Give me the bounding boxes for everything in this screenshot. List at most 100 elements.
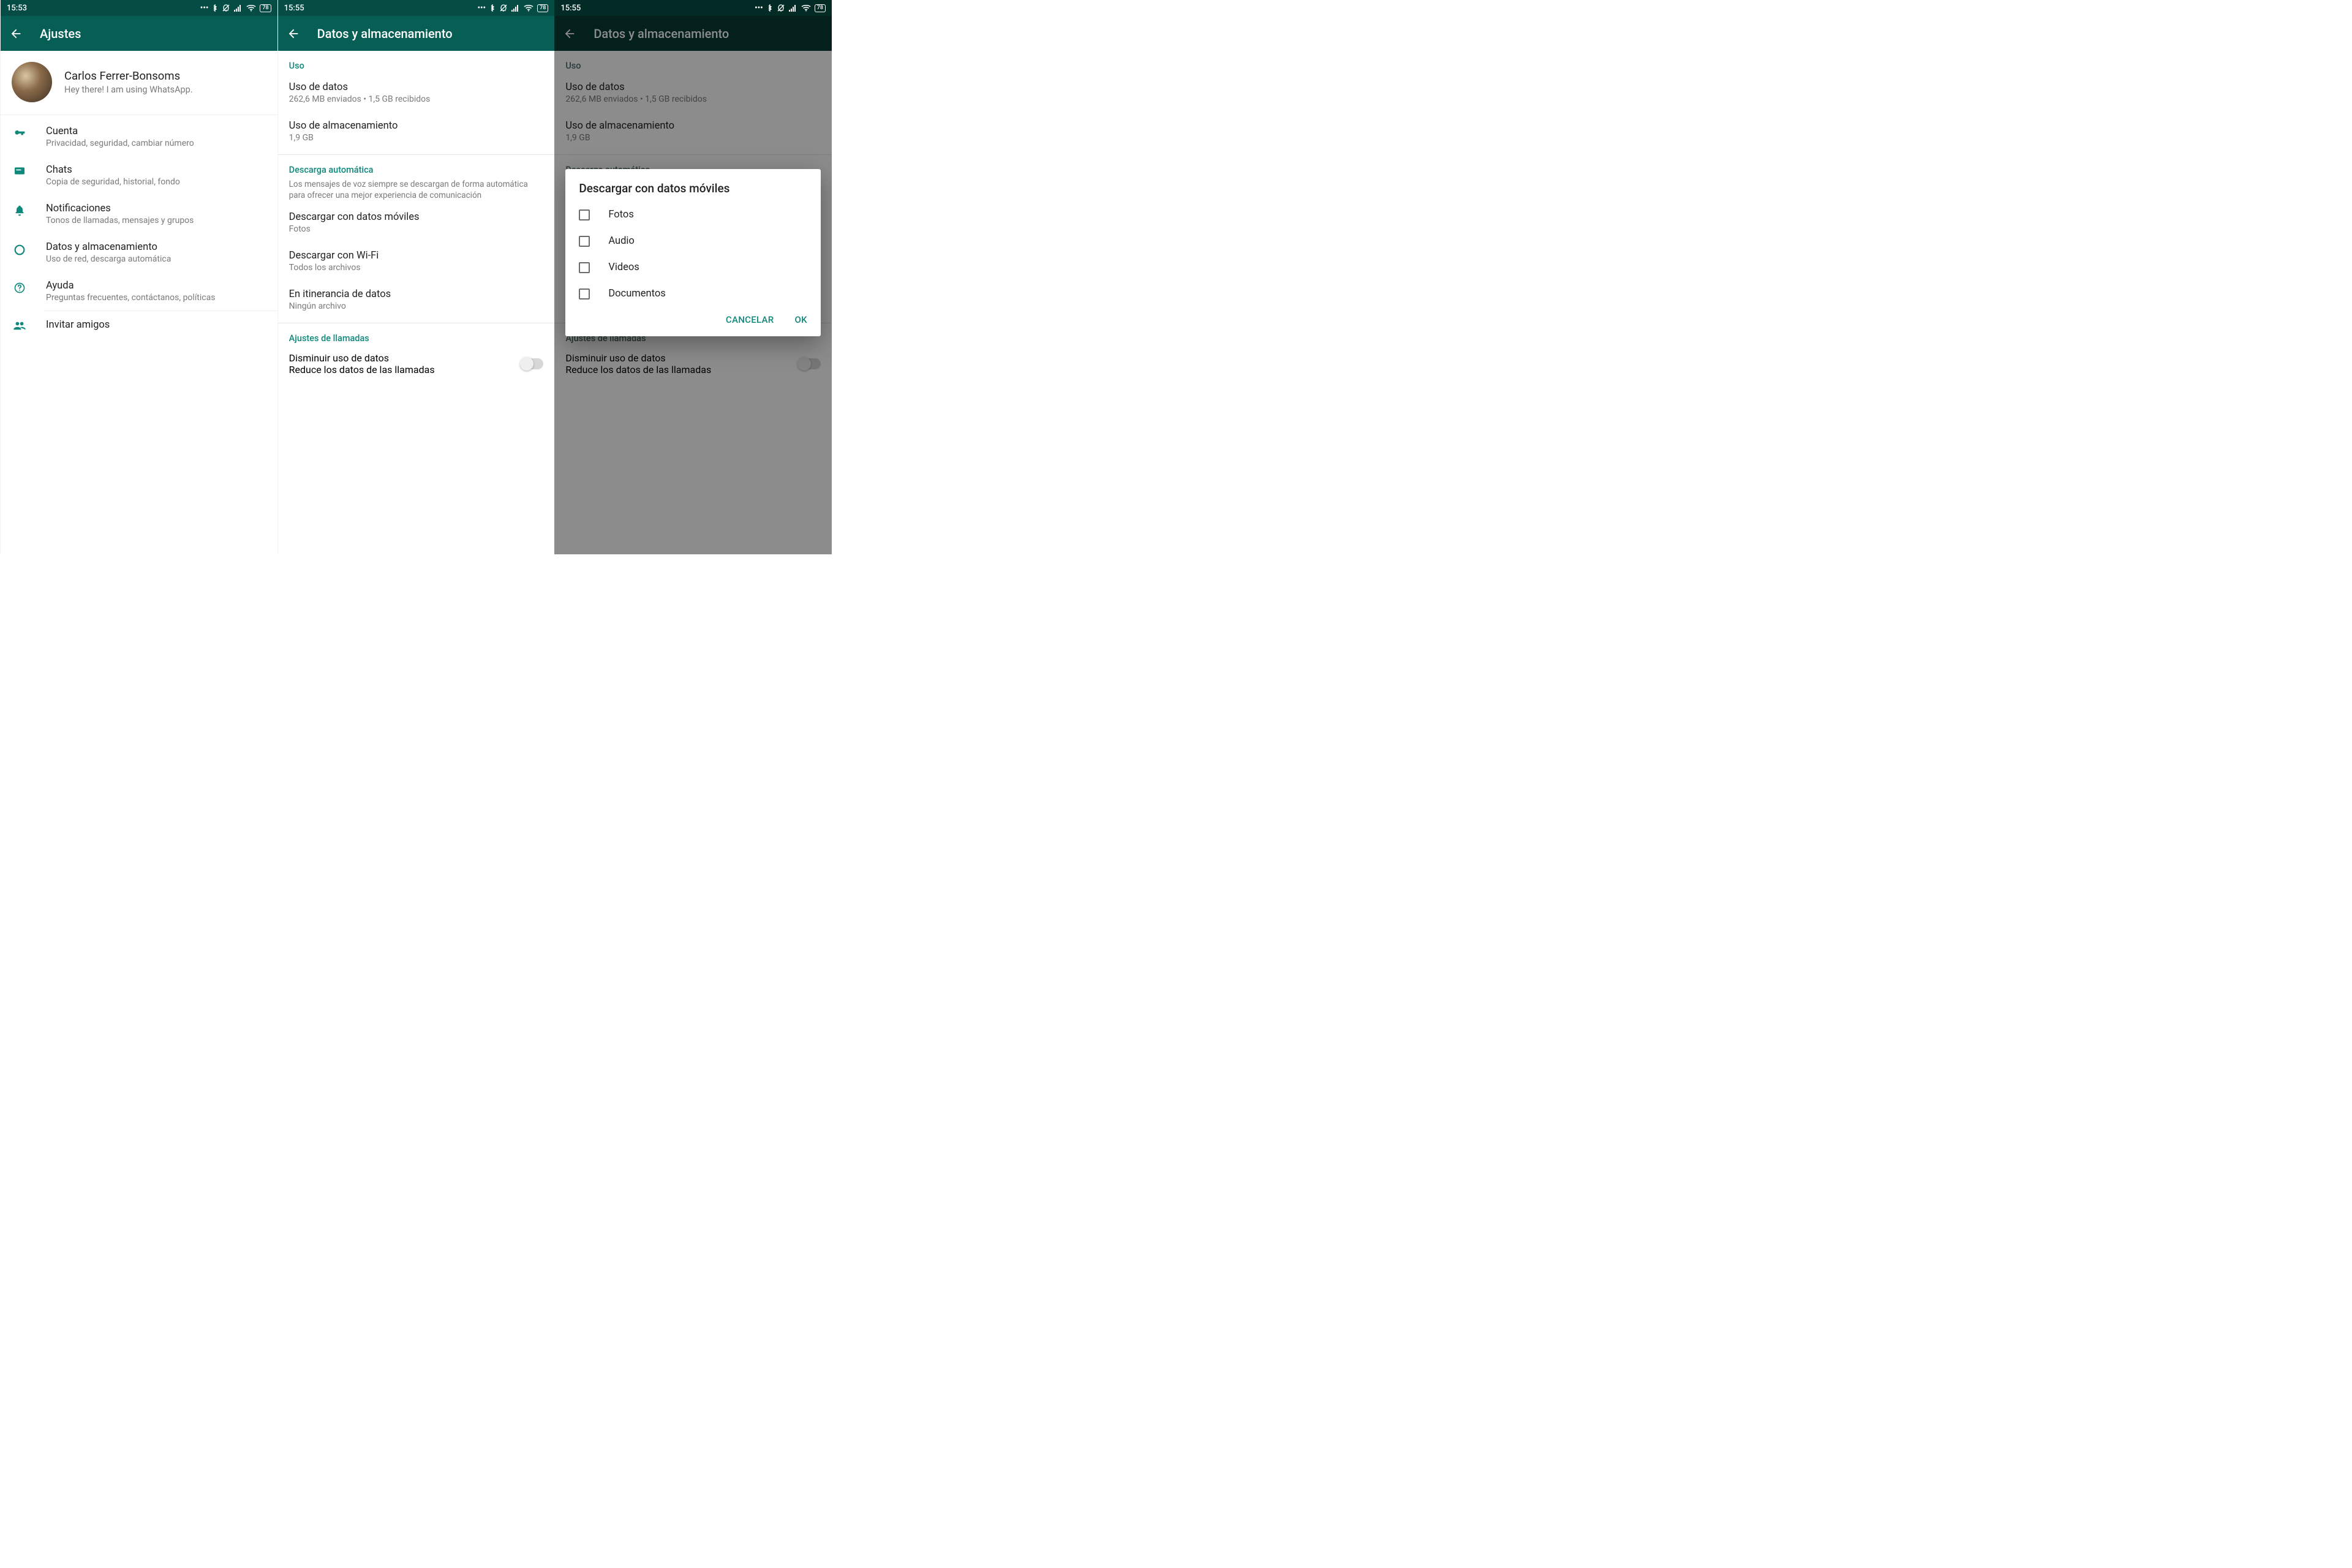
screen-data-storage: 15:55 ••• 78 Datos y almacenamiento Uso … — [277, 0, 555, 554]
key-icon — [13, 127, 26, 140]
setting-label: Datos y almacenamiento — [46, 241, 171, 253]
people-icon — [13, 321, 26, 331]
appbar: Ajustes — [1, 16, 277, 51]
dots-icon: ••• — [200, 4, 209, 13]
status-icons: ••• 78 — [477, 4, 548, 13]
option-label: Audio — [608, 235, 635, 247]
back-arrow-icon — [287, 27, 300, 40]
section-note: Los mensajes de voz siempre se descargan… — [278, 178, 555, 203]
signal-icon — [511, 4, 520, 12]
item-sub: 1,9 GB — [289, 133, 544, 143]
item-download-roaming[interactable]: En itinerancia de datos Ningún archivo — [278, 281, 555, 319]
appbar-title: Datos y almacenamiento — [317, 26, 453, 41]
clock: 15:53 — [7, 4, 27, 13]
item-storage-usage[interactable]: Uso de almacenamiento 1,9 GB — [278, 112, 555, 151]
mute-icon — [499, 4, 508, 12]
checkbox[interactable] — [579, 288, 590, 300]
signal-icon — [789, 4, 797, 12]
setting-label: Invitar amigos — [46, 319, 110, 331]
item-low-data-calls[interactable]: Disminuir uso de datos Reduce los datos … — [278, 346, 555, 383]
bluetooth-icon — [489, 4, 496, 12]
profile-name: Carlos Ferrer-Bonsoms — [64, 69, 193, 83]
setting-item-notifications[interactable]: Notificaciones Tonos de llamadas, mensaj… — [1, 195, 277, 233]
bluetooth-icon — [767, 4, 773, 12]
setting-sub: Privacidad, seguridad, cambiar número — [46, 138, 194, 148]
checkbox[interactable] — [579, 236, 590, 247]
item-sub: Reduce los datos de las llamadas — [289, 364, 435, 375]
dots-icon: ••• — [477, 4, 486, 13]
section-header-autodownload: Descarga automática — [278, 155, 555, 178]
checkbox[interactable] — [579, 262, 590, 273]
item-sub: Fotos — [289, 224, 544, 234]
setting-sub: Copia de seguridad, historial, fondo — [46, 177, 180, 187]
wifi-icon — [246, 4, 256, 12]
status-bar: 15:55 ••• 78 — [554, 0, 832, 16]
setting-item-account[interactable]: Cuenta Privacidad, seguridad, cambiar nú… — [1, 118, 277, 156]
item-label: Descargar con Wi-Fi — [289, 250, 544, 262]
setting-label: Notificaciones — [46, 203, 194, 214]
setting-item-invite[interactable]: Invitar amigos — [1, 311, 277, 339]
bell-icon — [13, 205, 26, 217]
appbar: Datos y almacenamiento — [278, 16, 555, 51]
mute-icon — [777, 4, 785, 12]
setting-label: Cuenta — [46, 126, 194, 137]
screen-data-storage-dialog: 15:55 ••• 78 Datos y almacenamiento Uso … — [554, 0, 832, 554]
option-label: Videos — [608, 262, 639, 273]
item-label: En itinerancia de datos — [289, 288, 544, 300]
setting-label: Ayuda — [46, 280, 215, 292]
setting-sub: Uso de red, descarga automática — [46, 254, 171, 264]
avatar — [12, 62, 52, 102]
dots-icon: ••• — [755, 4, 763, 13]
ok-button[interactable]: OK — [795, 314, 807, 325]
setting-item-help[interactable]: Ayuda Preguntas frecuentes, contáctanos,… — [1, 272, 277, 311]
profile-status: Hey there! I am using WhatsApp. — [64, 85, 193, 95]
status-bar: 15:55 ••• 78 — [278, 0, 555, 16]
setting-item-chats[interactable]: Chats Copia de seguridad, historial, fon… — [1, 156, 277, 195]
back-button[interactable] — [287, 27, 300, 40]
item-label: Disminuir uso de datos — [289, 352, 435, 364]
battery-icon: 78 — [537, 4, 548, 12]
dialog-option-videos[interactable]: Videos — [565, 254, 821, 281]
item-download-wifi[interactable]: Descargar con Wi-Fi Todos los archivos — [278, 242, 555, 281]
bluetooth-icon — [212, 4, 218, 12]
clock: 15:55 — [284, 4, 304, 13]
appbar-title: Ajustes — [40, 26, 81, 41]
setting-sub: Tonos de llamadas, mensajes y grupos — [46, 216, 194, 225]
option-label: Documentos — [608, 288, 665, 300]
status-icons: ••• 78 — [755, 4, 826, 13]
toggle-switch[interactable] — [521, 358, 543, 369]
help-icon — [13, 282, 26, 294]
dialog-option-fotos[interactable]: Fotos — [565, 202, 821, 228]
cancel-button[interactable]: CANCELAR — [726, 314, 774, 325]
section-header-calls: Ajustes de llamadas — [278, 323, 555, 346]
screen-settings: 15:53 ••• 78 Ajustes Carlos Ferrer-Bonso… — [0, 0, 277, 554]
option-label: Fotos — [608, 209, 634, 221]
dialog-title: Descargar con datos móviles — [565, 181, 821, 202]
clock: 15:55 — [560, 4, 581, 13]
item-label: Descargar con datos móviles — [289, 211, 544, 223]
signal-icon — [234, 4, 243, 12]
wifi-icon — [801, 4, 811, 12]
item-data-usage[interactable]: Uso de datos 262,6 MB enviados • 1,5 GB … — [278, 74, 555, 112]
dialog-option-documentos[interactable]: Documentos — [565, 281, 821, 307]
setting-label: Chats — [46, 164, 180, 176]
item-download-mobile[interactable]: Descargar con datos móviles Fotos — [278, 203, 555, 242]
setting-item-data[interactable]: Datos y almacenamiento Uso de red, desca… — [1, 233, 277, 272]
status-icons: ••• 78 — [200, 4, 271, 13]
checkbox[interactable] — [579, 209, 590, 221]
mute-icon — [222, 4, 230, 12]
dialog-download-mobile: Descargar con datos móviles Fotos Audio … — [565, 169, 821, 336]
item-sub: Ningún archivo — [289, 301, 544, 311]
back-arrow-icon — [9, 27, 23, 40]
dialog-option-audio[interactable]: Audio — [565, 228, 821, 254]
item-label: Uso de datos — [289, 81, 544, 93]
profile-row[interactable]: Carlos Ferrer-Bonsoms Hey there! I am us… — [1, 51, 277, 115]
wifi-icon — [524, 4, 533, 12]
back-button[interactable] — [9, 27, 23, 40]
chat-icon — [13, 166, 26, 176]
item-label: Uso de almacenamiento — [289, 120, 544, 132]
data-usage-icon — [13, 243, 26, 257]
battery-icon: 78 — [815, 4, 826, 12]
status-bar: 15:53 ••• 78 — [1, 0, 277, 16]
battery-icon: 78 — [260, 4, 271, 12]
